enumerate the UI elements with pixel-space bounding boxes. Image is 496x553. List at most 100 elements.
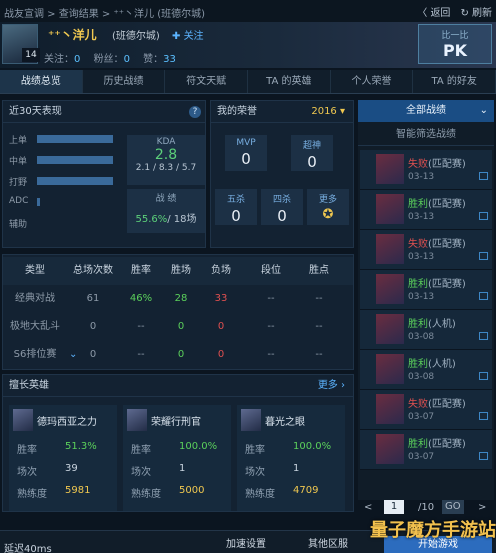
mode-label: (匹配赛) (428, 239, 466, 250)
chart-icon[interactable] (479, 212, 488, 220)
tab-overview[interactable]: 战绩总览 (0, 70, 83, 93)
table-cell: -- (267, 293, 275, 304)
table-cell: -- (315, 349, 323, 360)
honor-more-button[interactable]: 更多 ✪ (307, 189, 349, 225)
stat-value: 1 (293, 463, 300, 474)
recent-performance-panel: 近30天表现? 上单 中单 打野 ADC 辅助 KDA 2.8 2.1 / 8.… (2, 100, 206, 248)
hero-card[interactable]: 德玛西亚之力 胜率 51.3% 场次 39 熟练度 5981 (9, 405, 117, 511)
tab-honors[interactable]: 个人荣誉 (331, 70, 414, 93)
table-cell: -- (137, 321, 145, 332)
chart-icon[interactable] (479, 252, 488, 260)
speed-settings-button[interactable]: 加速设置 (218, 536, 274, 553)
stat-value: 5981 (65, 485, 91, 496)
result-label: 胜利 (408, 359, 428, 370)
match-row[interactable]: 胜利(匹配赛) 03-07 (360, 430, 492, 470)
tab-heroes[interactable]: TA 的英雄 (248, 70, 331, 93)
hero-card[interactable]: 荣耀行刑官 胜率 100.0% 场次 1 熟练度 5000 (123, 405, 231, 511)
heroes-more-label: 更多 (317, 380, 338, 391)
chart-icon[interactable] (479, 332, 488, 340)
followers-label: 粉丝： (93, 54, 124, 65)
match-row[interactable]: 胜利(人机) 03-08 (360, 350, 492, 390)
table-row: 经典对战 61 46% 28 33 -- -- (3, 285, 353, 313)
hero-icon (376, 434, 404, 464)
honor-value: 0 (241, 150, 251, 168)
match-row[interactable]: 胜利(匹配赛) 03-13 (360, 190, 492, 230)
table-row: S6排位赛 0 -- 0 0 -- -- ⌄ (3, 341, 353, 369)
match-row[interactable]: 失败(匹配赛) 03-07 (360, 390, 492, 430)
pk-subtitle: 比一比 (441, 31, 469, 41)
tab-runes[interactable]: 符文天赋 (165, 70, 249, 93)
hero-name: 暮光之眼 (265, 417, 305, 428)
year-select[interactable]: 2016 ▾ (311, 101, 345, 123)
honor-label: 五杀 (226, 195, 245, 205)
follow-button[interactable]: ✚ 关注 (172, 27, 204, 42)
heroes-more-link[interactable]: 更多 › (318, 375, 345, 397)
help-icon[interactable]: ? (189, 106, 201, 118)
match-row[interactable]: 胜利(匹配赛) 03-13 (360, 270, 492, 310)
table-cell: -- (137, 349, 145, 360)
stat-value: 100.0% (179, 441, 218, 452)
hero-icon (376, 394, 404, 424)
winrate-value: 55.6% (135, 214, 168, 225)
table-cell: 0 (89, 321, 97, 332)
table-cell: 经典对战 (15, 293, 55, 304)
honor-quadrakill: 四杀 0 (261, 189, 303, 225)
go-button[interactable]: GO (442, 500, 464, 514)
chart-icon[interactable] (479, 372, 488, 380)
heroes-header: 擅长英雄 更多 › (3, 375, 353, 397)
back-label: 返回 (430, 8, 451, 19)
honor-pentakill: 五杀 0 (215, 189, 257, 225)
best-heroes-panel: 擅长英雄 更多 › 德玛西亚之力 胜率 51.3% 场次 39 熟练度 5981 荣耀行刑官 胜率… (2, 374, 354, 512)
prev-page-button[interactable]: < (364, 502, 372, 513)
match-result: 胜利(人机) (408, 315, 456, 330)
honor-legendary: 超神 0 (291, 135, 333, 171)
table-cell: -- (267, 321, 275, 332)
refresh-button[interactable]: ↻ 刷新 (460, 4, 492, 19)
stat-value: 51.3% (65, 441, 97, 452)
likes-value: 33 (163, 54, 176, 65)
likes-label: 赞： (143, 54, 164, 65)
pk-button[interactable]: 比一比 PK (418, 24, 492, 64)
page-input[interactable]: 1 (384, 500, 404, 514)
match-row[interactable]: 失败(匹配赛) 03-13 (360, 230, 492, 270)
tab-friends[interactable]: TA 的好友 (413, 70, 496, 93)
all-matches-label: 全部战绩 (406, 105, 446, 116)
chart-icon[interactable] (479, 292, 488, 300)
pager: < 1 /10 GO > (358, 500, 494, 516)
table-cell: -- (315, 321, 323, 332)
chart-icon[interactable] (479, 412, 488, 420)
match-row[interactable]: 失败(匹配赛) 03-13 (360, 150, 492, 190)
hero-card[interactable]: 暮光之眼 胜率 100.0% 场次 1 熟练度 4709 (237, 405, 345, 511)
more-medal-icon: ✪ (322, 207, 334, 222)
hero-name: 荣耀行刑官 (151, 417, 201, 428)
role-bar (37, 156, 113, 164)
match-result: 胜利(匹配赛) (408, 195, 466, 210)
match-row[interactable]: 胜利(人机) 03-08 (360, 310, 492, 350)
match-date: 03-07 (408, 452, 435, 462)
refresh-label: 刷新 (472, 8, 492, 19)
hero-icon (376, 314, 404, 344)
role-label: 打野 (9, 178, 28, 188)
all-matches-dropdown[interactable]: 全部战绩 ⌄ (358, 100, 494, 122)
honor-value: 0 (307, 153, 317, 171)
mode-stats-table: 类型 总场次数 胜率 胜场 负场 段位 胜点 经典对战 61 46% 28 33 -- -- 极地大乱斗 0 -… (2, 254, 354, 370)
table-cell: S6排位赛 (13, 349, 57, 360)
mode-label: (匹配赛) (428, 159, 466, 170)
tab-history[interactable]: 历史战绩 (83, 70, 166, 93)
other-server-button[interactable]: 其他区服 (300, 536, 356, 553)
back-button[interactable]: 〈 返回 (417, 4, 450, 19)
role-bar (37, 135, 113, 143)
stat-value: 39 (65, 463, 78, 474)
next-page-button[interactable]: > (478, 502, 486, 513)
role-bar (37, 198, 40, 206)
chart-icon[interactable] (479, 172, 488, 180)
smart-filter-button[interactable]: 智能筛选战绩 (358, 124, 494, 146)
stat-label: 熟练度 (245, 489, 275, 500)
stat-value: 4709 (293, 485, 319, 496)
chevron-down-icon[interactable]: ⌄ (69, 341, 77, 369)
stat-label: 场次 (17, 467, 37, 478)
match-date: 03-13 (408, 172, 435, 182)
chart-icon[interactable] (479, 452, 488, 460)
fans-label: 关注： (44, 54, 74, 65)
stat-label: 场次 (131, 467, 151, 478)
